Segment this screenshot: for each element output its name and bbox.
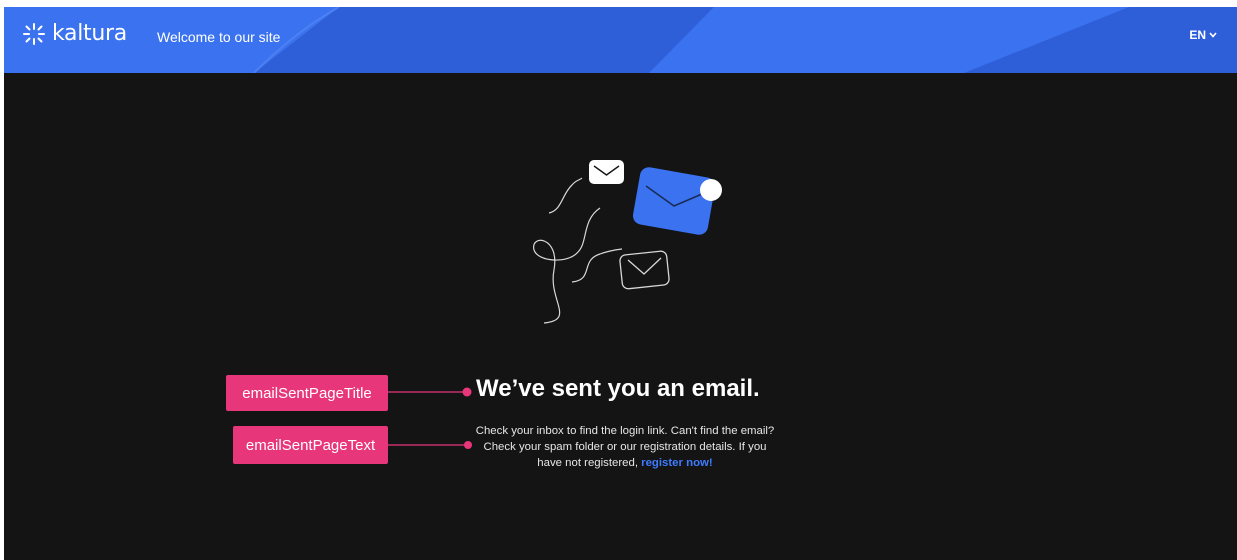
email-sent-illustration	[533, 160, 722, 324]
envelope-icon	[632, 167, 722, 235]
email-sent-text: Check your inbox to find the login link.…	[472, 423, 778, 471]
annotation-tag-text: emailSentPageText	[233, 426, 388, 464]
email-sent-text-body: Check your inbox to find the login link.…	[475, 425, 775, 469]
top-header: kaltura Welcome to our site EN	[4, 7, 1237, 73]
envelope-icon	[589, 160, 624, 184]
welcome-text: Welcome to our site	[157, 29, 281, 45]
chevron-down-icon	[1209, 32, 1217, 38]
email-sent-title: We’ve sent you an email.	[476, 375, 760, 402]
kaltura-logo[interactable]: kaltura	[22, 21, 127, 46]
language-label: EN	[1189, 28, 1206, 42]
page-frame: kaltura Welcome to our site EN We’ve sen…	[4, 7, 1237, 560]
swirl-lines	[533, 177, 623, 324]
register-now-link[interactable]: register now!	[641, 457, 713, 469]
annotation-tag-title: emailSentPageTitle	[226, 375, 388, 411]
kaltura-logo-icon	[23, 22, 45, 45]
envelope-icon	[619, 250, 670, 290]
language-selector[interactable]: EN	[1189, 28, 1217, 42]
logo-text: kaltura	[52, 21, 127, 46]
title-connector	[388, 387, 472, 397]
text-connector	[388, 441, 472, 449]
